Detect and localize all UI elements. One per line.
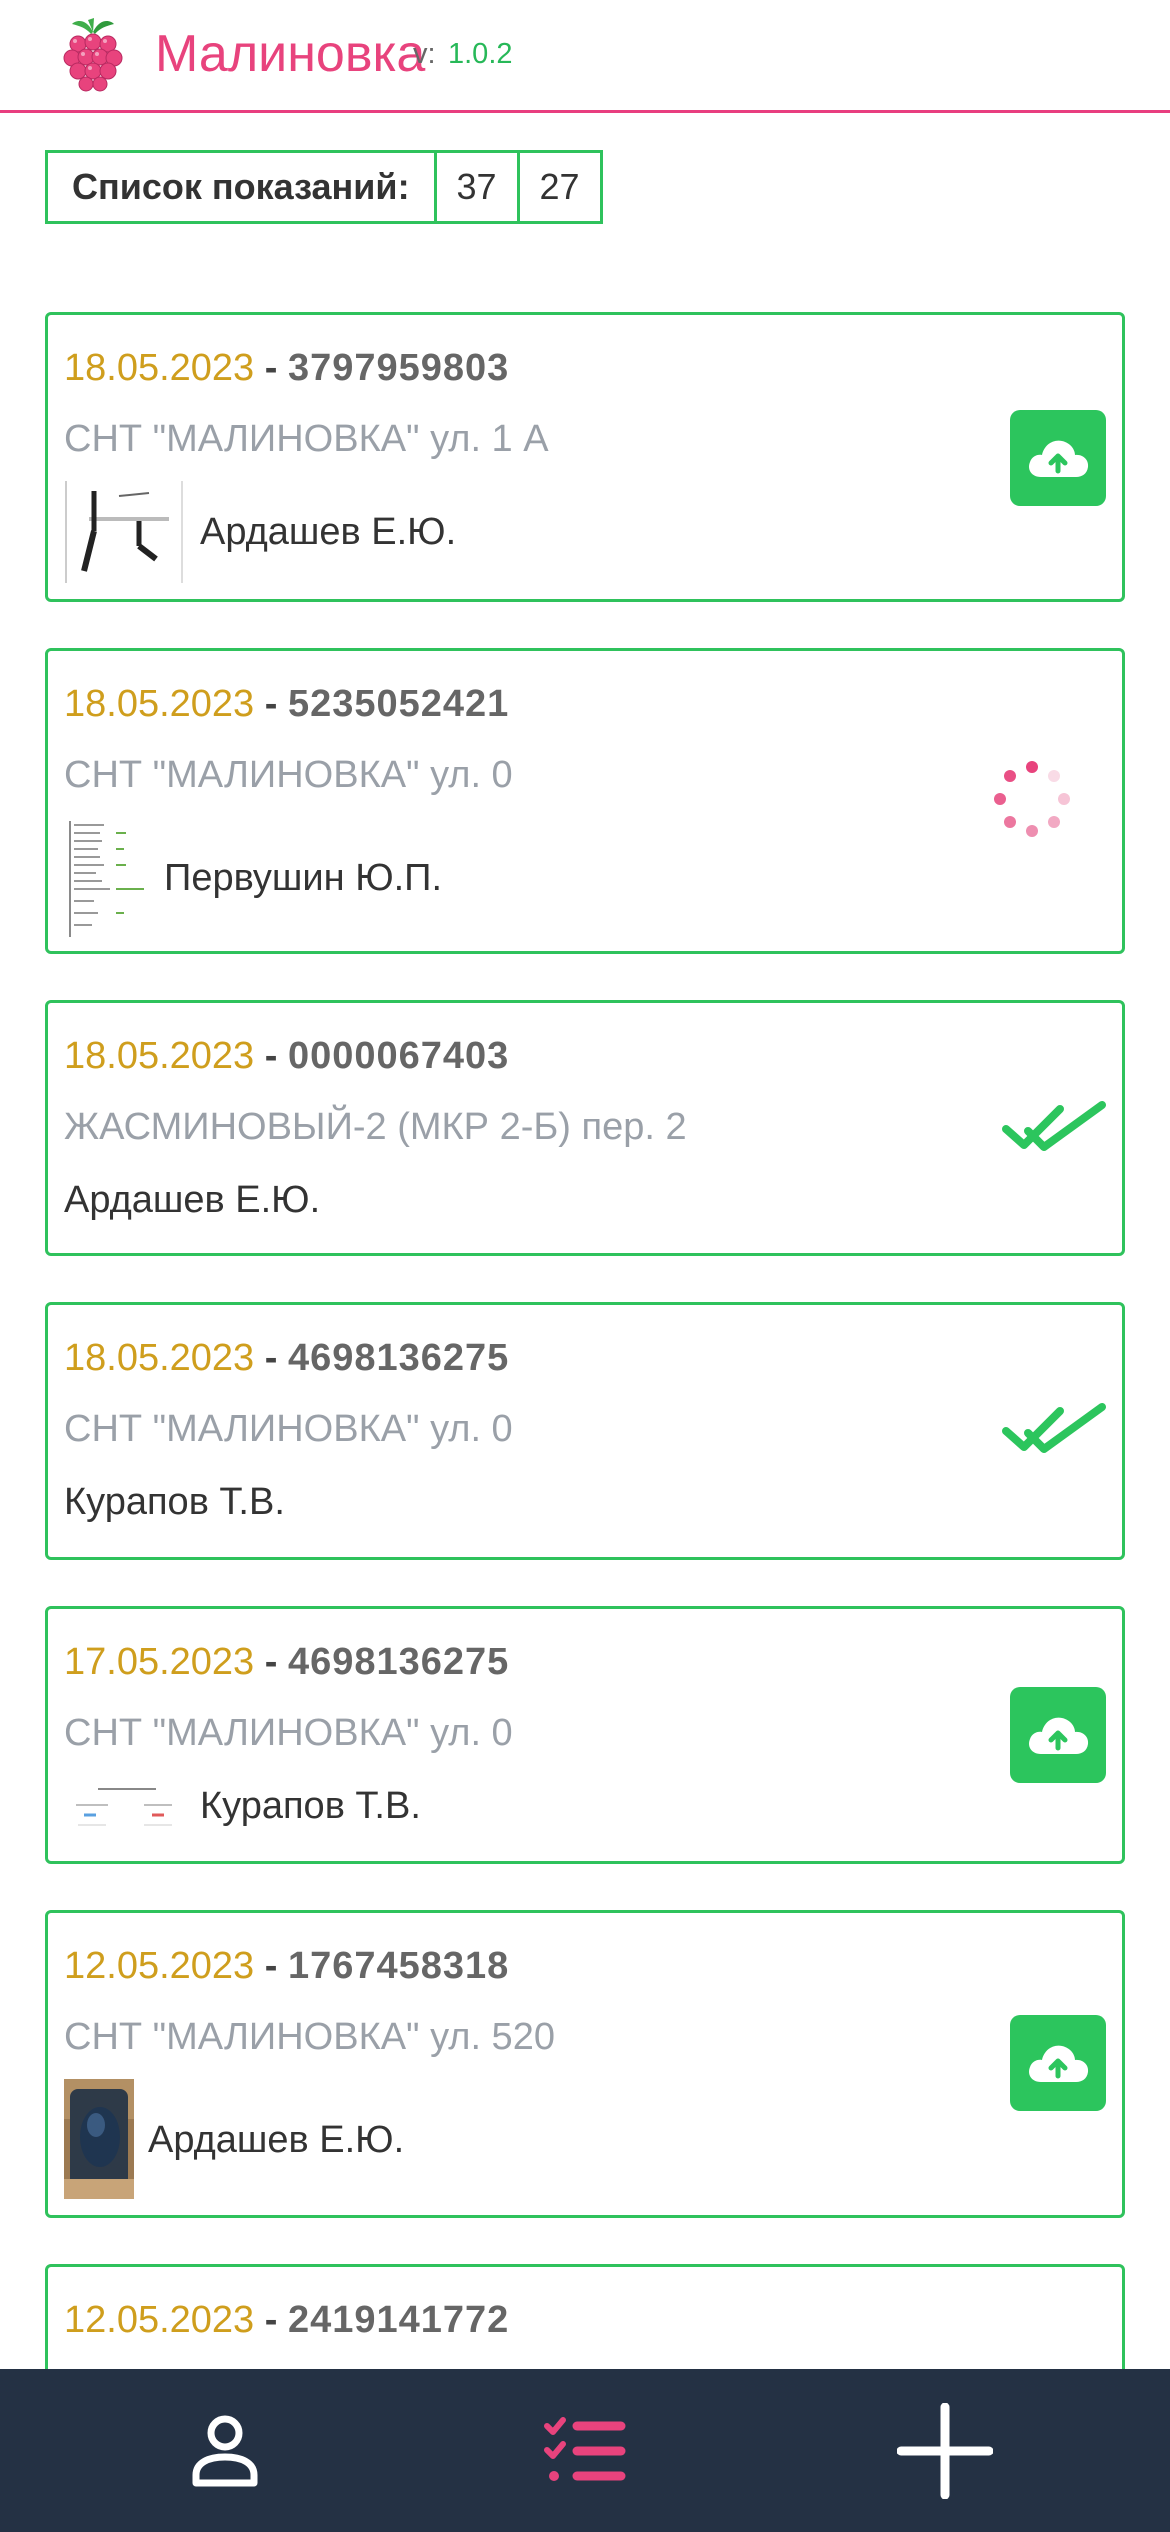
nav-profile[interactable] [30, 2369, 420, 2532]
app-title: Малиновка [155, 25, 426, 83]
address: СНТ "МАЛИНОВКА" ул. 520 [64, 2016, 555, 2058]
loading-spinner-icon [994, 761, 1070, 837]
owner-name: Ардашев Е.Ю. [200, 511, 457, 553]
reading-date: 12.05.2023 [64, 1945, 255, 1987]
reading-date: 18.05.2023 [64, 347, 255, 389]
account-number: 4698136275 [287, 1641, 510, 1683]
address: ЖАСМИНОВЫЙ-2 (МКР 2-Б) пер. 2 [64, 1106, 687, 1148]
owner-name: Курапов Т.В. [64, 1481, 285, 1523]
card-header: 12.05.2023 - 2419141772 [64, 2299, 509, 2342]
photo-thumbnail[interactable] [64, 481, 184, 583]
photo-thumbnail[interactable] [64, 2079, 134, 2199]
upload-button[interactable] [1010, 410, 1106, 506]
reading-date: 18.05.2023 [64, 1337, 255, 1379]
separator: - [264, 1641, 278, 1683]
card-header: 12.05.2023 - 1767458318 [64, 1945, 509, 1988]
version-label: v: [413, 38, 436, 70]
account-number: 4698136275 [287, 1337, 510, 1379]
address: СНТ "МАЛИНОВКА" ул. 1 А [64, 418, 549, 460]
account-number: 5235052421 [287, 683, 510, 725]
owner-name: Ардашев Е.Ю. [148, 2119, 405, 2161]
checklist-icon [544, 2416, 626, 2481]
separator: - [264, 1945, 278, 1987]
separator: - [264, 347, 278, 389]
readings-list-label: Список показаний: [72, 166, 410, 207]
reading-card[interactable]: 18.05.2023 - 4698136275 СНТ "МАЛИНОВКА" … [45, 1302, 1125, 1560]
reading-card[interactable]: 17.05.2023 - 4698136275 СНТ "МАЛИНОВКА" … [45, 1606, 1125, 1864]
address: СНТ "МАЛИНОВКА" ул. 0 [64, 754, 513, 796]
reading-date: 17.05.2023 [64, 1641, 255, 1683]
cloud-upload-icon [1029, 440, 1089, 477]
double-check-icon [1002, 1101, 1106, 1151]
reading-date: 12.05.2023 [64, 2299, 255, 2341]
readings-count-2: 27 [516, 153, 600, 221]
bottom-nav [0, 2369, 1170, 2532]
separator: - [264, 1337, 278, 1379]
card-header: 17.05.2023 - 4698136275 [64, 1641, 509, 1684]
separator: - [264, 1035, 278, 1077]
reading-date: 18.05.2023 [64, 1035, 255, 1077]
plus-icon [897, 2402, 993, 2499]
card-header: 18.05.2023 - 0000067403 [64, 1035, 509, 1078]
reading-date: 18.05.2023 [64, 683, 255, 725]
nav-add[interactable] [750, 2369, 1140, 2532]
cloud-upload-icon [1029, 1717, 1089, 1754]
account-number: 1767458318 [287, 1945, 510, 1987]
raspberry-icon [63, 18, 123, 92]
readings-counter: Список показаний: 37 27 [45, 150, 603, 224]
reading-card[interactable]: 18.05.2023 - 3797959803 СНТ "МАЛИНОВКА" … [45, 312, 1125, 602]
address: СНТ "МАЛИНОВКА" ул. 0 [64, 1408, 513, 1450]
app-header: Малиновка v: 1.0.2 [0, 0, 1170, 113]
separator: - [264, 683, 278, 725]
upload-button[interactable] [1010, 2015, 1106, 2111]
readings-list: 18.05.2023 - 3797959803 СНТ "МАЛИНОВКА" … [45, 312, 1125, 2510]
card-header: 18.05.2023 - 5235052421 [64, 683, 509, 726]
address: СНТ "МАЛИНОВКА" ул. 0 [64, 1712, 513, 1754]
upload-button[interactable] [1010, 1687, 1106, 1783]
double-check-icon [1002, 1403, 1106, 1453]
account-number: 3797959803 [287, 347, 510, 389]
readings-count-1: 37 [433, 153, 517, 221]
separator: - [264, 2299, 278, 2341]
version-value: 1.0.2 [448, 38, 513, 70]
reading-card[interactable]: 12.05.2023 - 1767458318 СНТ "МАЛИНОВКА" … [45, 1910, 1125, 2218]
photo-thumbnail[interactable] [64, 817, 148, 941]
user-icon [192, 2415, 258, 2486]
card-header: 18.05.2023 - 3797959803 [64, 347, 509, 390]
nav-readings-list[interactable] [390, 2369, 780, 2532]
account-number: 0000067403 [287, 1035, 510, 1077]
photo-thumbnail[interactable] [64, 1781, 184, 1841]
owner-name: Первушин Ю.П. [164, 857, 443, 899]
card-header: 18.05.2023 - 4698136275 [64, 1337, 509, 1380]
reading-card[interactable]: 18.05.2023 - 5235052421 СНТ "МАЛИНОВКА" … [45, 648, 1125, 954]
account-number: 2419141772 [287, 2299, 510, 2341]
owner-name: Ардашев Е.Ю. [64, 1179, 321, 1221]
cloud-upload-icon [1029, 2045, 1089, 2082]
reading-card[interactable]: 18.05.2023 - 0000067403 ЖАСМИНОВЫЙ-2 (МК… [45, 1000, 1125, 1256]
owner-name: Курапов Т.В. [200, 1785, 421, 1827]
